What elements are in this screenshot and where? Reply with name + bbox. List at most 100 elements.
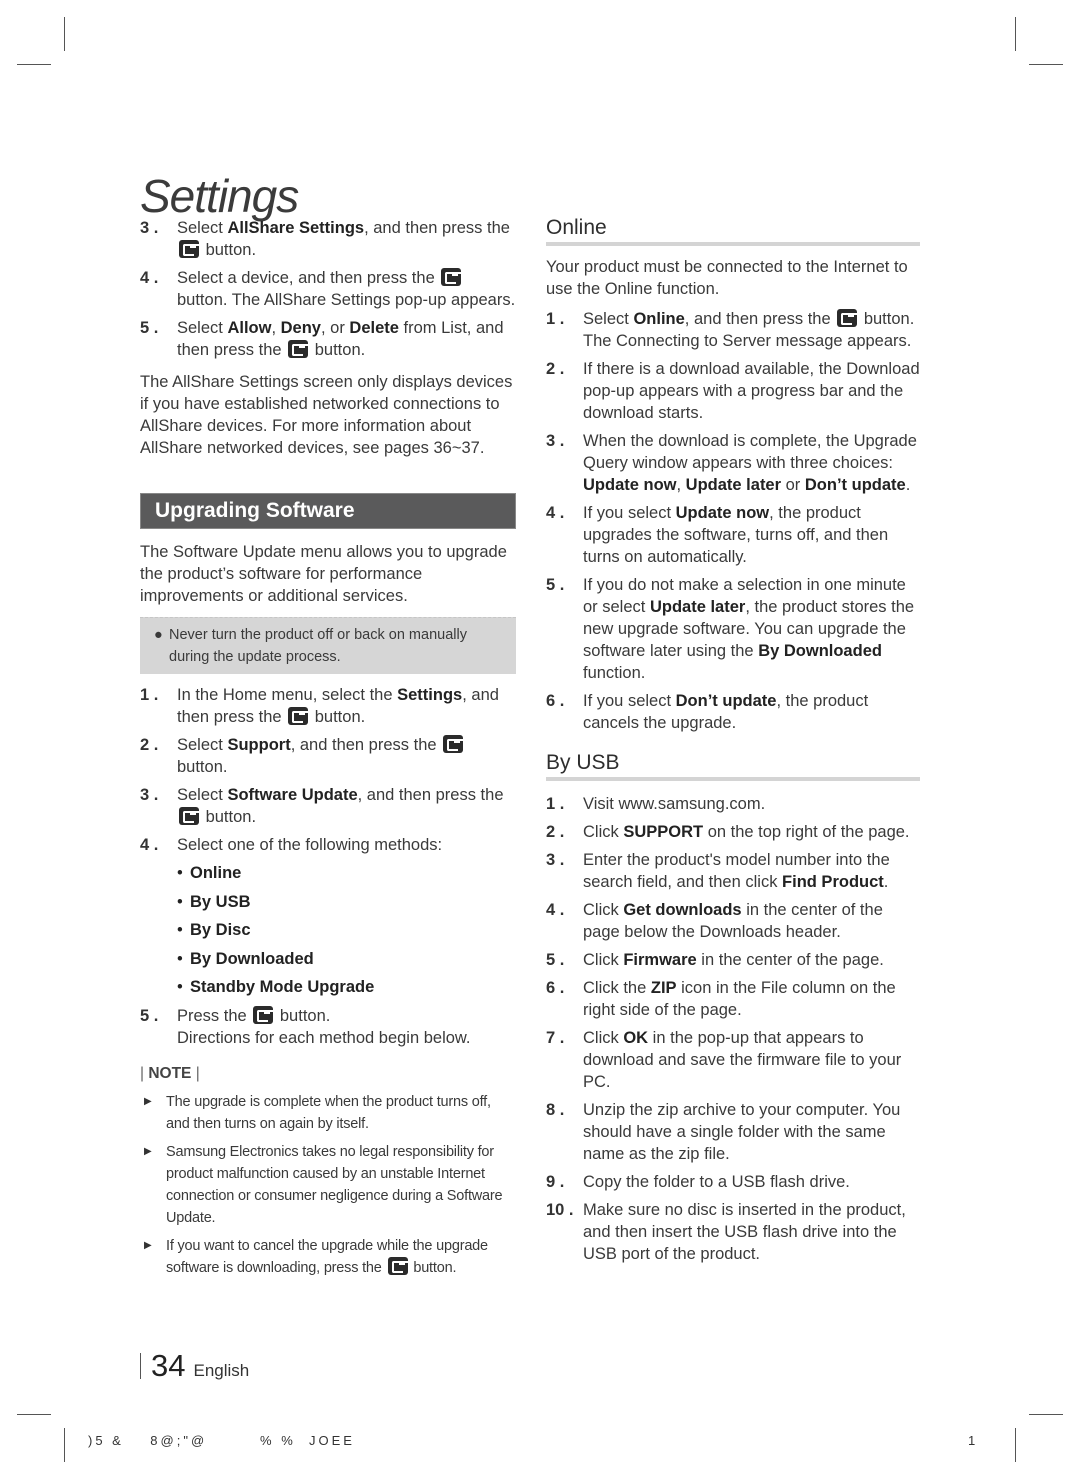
step-text: If there is a download available, the Do…: [583, 360, 920, 422]
step-text: Select Allow, Deny, or Delete from List,…: [177, 319, 504, 359]
left-column: 3 . Select AllShare Settings, and then pr…: [140, 217, 516, 1279]
step-number: 3 .: [140, 219, 159, 237]
emphasis-text: SUPPORT: [623, 823, 704, 841]
enter-button-icon: [837, 309, 858, 327]
print-code: )5 & 8@;"@ % % JOEE: [88, 1433, 355, 1448]
method-label: Online: [190, 864, 242, 882]
emphasis-text: Don’t update: [804, 476, 906, 494]
emphasis-text: Get downloads: [623, 901, 742, 919]
crop-mark: [1029, 1414, 1063, 1415]
emphasis-text: ZIP: [650, 979, 677, 997]
step-number: 2 .: [546, 823, 565, 841]
step-item: 6 . If you select Don’t update, the produ…: [546, 690, 920, 734]
warning-box: ● Never turn the product off or back on …: [140, 617, 516, 674]
note-label: | NOTE |: [140, 1064, 200, 1082]
step-item: 3 . When the download is complete, the Up…: [546, 430, 920, 496]
crop-mark: [17, 64, 51, 65]
step-item: 1 . Visit www.samsung.com.: [546, 793, 920, 815]
step-text: Click OK in the pop-up that appears to d…: [583, 1029, 902, 1091]
step-text: Select Software Update, and then press t…: [177, 786, 504, 826]
step-text: Click Firmware in the center of the page…: [583, 951, 884, 969]
crop-mark: [1015, 17, 1016, 51]
step-number: 5 .: [546, 951, 565, 969]
step-item: 8 . Unzip the zip archive to your compute…: [546, 1099, 920, 1165]
enter-button-icon: [441, 268, 462, 286]
step-item: 3 . Enter the product's model number into…: [546, 849, 920, 893]
step-number: 3 .: [546, 851, 565, 869]
emphasis-text: Support: [227, 736, 291, 754]
emphasis-text: Software Update: [227, 786, 358, 804]
enter-button-icon: [387, 1256, 408, 1275]
method-item: • Standby Mode Upgrade: [177, 976, 516, 998]
step-text: If you select Update now, the product up…: [583, 504, 889, 566]
emphasis-text: By Downloaded: [758, 642, 882, 660]
step-number: 7 .: [546, 1029, 565, 1047]
step-text: Click SUPPORT on the top right of the pa…: [583, 823, 910, 841]
bullet-icon: •: [177, 978, 183, 996]
step-item: 9 . Copy the folder to a USB flash drive.: [546, 1171, 920, 1193]
arrow-right-icon: ▶: [144, 1095, 152, 1107]
method-item: • Online: [177, 862, 516, 884]
note-text: The upgrade is complete when the product…: [166, 1093, 491, 1132]
emphasis-text: Deny: [280, 319, 321, 337]
page-language: English: [193, 1361, 250, 1380]
step-item: 2 . Click SUPPORT on the top right of the…: [546, 821, 920, 843]
divider: [140, 1353, 141, 1379]
usb-steps: 1 . Visit www.samsung.com. 2 . Click SUPPOR…: [546, 793, 920, 1265]
enter-button-icon: [288, 707, 309, 725]
step-item: 5 . Click Firmware in the center of the p…: [546, 949, 920, 971]
step-number: 9 .: [546, 1173, 565, 1191]
method-item: • By Downloaded: [177, 948, 516, 970]
note-label-text: NOTE: [148, 1064, 192, 1082]
section-heading-upgrading-software: Upgrading Software: [140, 493, 516, 529]
step-text: Select Online, and then press the button…: [583, 309, 915, 350]
step-item: 10 . Make sure no disc is inserted in the…: [546, 1199, 920, 1265]
step-text: Select one of the following methods:: [177, 836, 443, 854]
step-text: Select AllShare Settings, and then press…: [177, 219, 510, 259]
enter-button-icon: [179, 240, 199, 258]
emphasis-text: Find Product: [782, 873, 884, 891]
bullet-icon: •: [177, 949, 183, 968]
step-text: If you select Don’t update, the product …: [583, 692, 869, 732]
warning-text: Never turn the product off or back on ma…: [169, 627, 467, 665]
enter-button-icon: [179, 807, 199, 825]
step-text: Click the ZIP icon in the File column on…: [583, 979, 896, 1019]
method-label: By Disc: [190, 921, 251, 939]
step-text: Visit www.samsung.com.: [583, 795, 766, 813]
print-page-number: 1: [968, 1433, 976, 1448]
step-text: When the download is complete, the Upgra…: [583, 432, 917, 494]
note-item: ▶ Samsung Electronics takes no legal resp…: [140, 1141, 516, 1229]
step-number: 5 .: [140, 319, 159, 337]
step-item: 1 . In the Home menu, select the Settings…: [140, 684, 516, 728]
step-item: 5 . Select Allow, Deny, or Delete from Li…: [140, 317, 516, 361]
page-number: 34: [151, 1348, 186, 1383]
step-item: 6 . Click the ZIP icon in the File column…: [546, 977, 920, 1021]
step-number: 1 .: [546, 310, 565, 328]
crop-mark: [64, 1428, 65, 1462]
step-number: 1 .: [140, 686, 159, 704]
step-item: 3 . Select Software Update, and then pres…: [140, 784, 516, 828]
online-intro: Your product must be connected to the In…: [546, 258, 908, 298]
right-column: Online Your product must be connected to…: [546, 217, 920, 1271]
step-number: 3 .: [546, 432, 565, 450]
step-text: Enter the product's model number into th…: [583, 851, 890, 891]
method-item: • By USB: [177, 891, 516, 913]
step-text: Copy the folder to a USB flash drive.: [583, 1173, 850, 1191]
step-text: If you do not make a selection in one mi…: [583, 576, 915, 682]
page-footer: 34 English: [140, 1348, 249, 1384]
method-label: By USB: [190, 892, 251, 911]
emphasis-text: Update now: [675, 504, 770, 522]
enter-button-icon: [443, 735, 464, 753]
step-item: 1 . Select Online, and then press the but…: [546, 308, 920, 352]
upgrade-steps: 1 . In the Home menu, select the Settings…: [140, 684, 516, 856]
crop-mark: [1029, 64, 1063, 65]
page-title: Settings: [140, 169, 299, 222]
emphasis-text: OK: [623, 1029, 649, 1047]
emphasis-text: Update now: [583, 476, 677, 494]
note-text: If you want to cancel the upgrade while …: [166, 1237, 488, 1276]
step-item: 4 . Select a device, and then press the b…: [140, 267, 516, 311]
crop-mark: [64, 17, 65, 51]
step-number: 8 .: [546, 1101, 565, 1119]
arrow-right-icon: ▶: [144, 1145, 152, 1157]
step-text: Press the button. Directions for each met…: [177, 1005, 471, 1047]
